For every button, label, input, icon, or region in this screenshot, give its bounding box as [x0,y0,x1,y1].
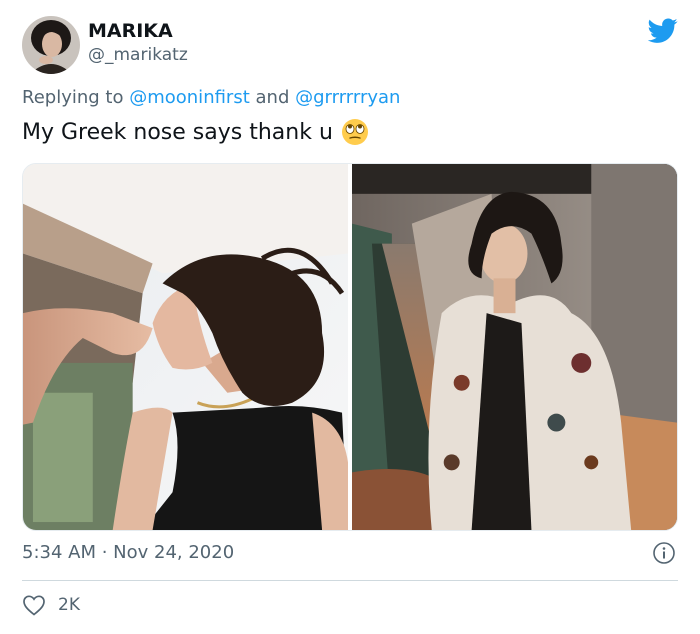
face-with-rolling-eyes-emoji [341,118,369,146]
heart-icon [22,594,46,616]
photo-left-image [23,164,348,530]
twitter-bird-icon[interactable] [647,18,678,44]
photo-right-escalator[interactable] [352,164,677,530]
username-handle[interactable]: @_marikatz [88,45,188,65]
tweet-text: My Greek nose says thank u [22,118,369,146]
replying-to-joiner: and [255,87,290,108]
avatar-image [22,16,80,74]
display-name[interactable]: MARIKA [88,20,173,42]
replying-to-line: Replying to @mooninfirst and @grrrrrryan [22,87,400,108]
avatar[interactable] [22,16,80,74]
like-count: 2K [58,595,80,615]
mention-link-mooninfirst[interactable]: @mooninfirst [129,87,250,108]
photo-right-image [352,164,677,530]
info-icon[interactable] [652,541,676,565]
replying-to-label: Replying to [22,87,124,108]
tweet-timestamp[interactable]: 5:34 AM · Nov 24, 2020 [22,542,234,563]
divider [22,580,678,581]
tweet-media [22,163,678,531]
tweet-text-body: My Greek nose says thank u [22,119,333,145]
like-button[interactable]: 2K [22,594,80,616]
mention-link-grrrrrryan[interactable]: @grrrrrryan [295,87,400,108]
photo-left-profile[interactable] [23,164,348,530]
